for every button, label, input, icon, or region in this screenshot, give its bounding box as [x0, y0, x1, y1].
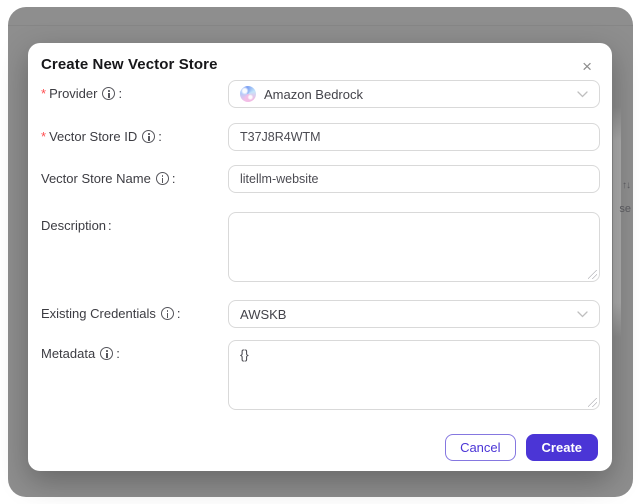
label-colon: :: [116, 346, 120, 361]
label-colon: :: [176, 306, 181, 321]
existing-credentials-select[interactable]: AWSKB: [228, 300, 600, 328]
info-icon[interactable]: [160, 307, 174, 320]
label-colon: :: [158, 129, 162, 144]
info-icon[interactable]: [142, 130, 156, 143]
field-row-vector-store-name: Vector Store Name:: [28, 165, 612, 193]
provider-select-value: Amazon Bedrock: [264, 86, 363, 102]
modal-title: Create New Vector Store: [41, 56, 218, 73]
metadata-label: Metadata:: [41, 340, 228, 368]
vector-store-name-label: Vector Store Name:: [41, 165, 228, 193]
chevron-down-icon: [577, 310, 588, 317]
metadata-label-text: Metadata: [41, 346, 96, 361]
provider-select[interactable]: Amazon Bedrock: [228, 80, 600, 108]
chevron-down-icon: [577, 90, 588, 97]
create-button[interactable]: Create: [525, 434, 598, 461]
modal-footer: Cancel Create: [28, 434, 612, 461]
background-partial-text: se: [619, 203, 631, 215]
vector-store-id-label: * Vector Store ID:: [41, 123, 228, 151]
description-label: Description:: [41, 212, 228, 240]
info-icon[interactable]: [155, 172, 169, 185]
modal-header: Create New Vector Store ×: [28, 43, 612, 77]
provider-label-text: Provider: [49, 86, 98, 101]
provider-label: * Provider:: [41, 80, 228, 108]
amazon-bedrock-icon: [240, 86, 256, 102]
vector-store-id-label-text: Vector Store ID: [49, 129, 138, 144]
vector-store-name-input[interactable]: [228, 165, 600, 193]
field-row-vector-store-id: * Vector Store ID:: [28, 123, 612, 151]
field-row-provider: * Provider: Amazon Bedrock: [28, 80, 612, 108]
info-icon[interactable]: [102, 87, 116, 100]
close-icon[interactable]: ×: [578, 56, 596, 77]
existing-credentials-label-text: Existing Credentials: [41, 306, 156, 321]
background-header-divider: [8, 25, 633, 26]
metadata-textarea[interactable]: {}: [228, 340, 600, 410]
field-row-description: Description:: [28, 212, 612, 282]
required-marker: *: [41, 129, 47, 144]
field-row-metadata: Metadata: {}: [28, 340, 612, 410]
description-textarea[interactable]: [228, 212, 600, 282]
info-icon[interactable]: [100, 347, 114, 360]
existing-credentials-select-value: AWSKB: [240, 306, 287, 322]
label-colon: :: [108, 218, 112, 233]
vector-store-name-label-text: Vector Store Name: [41, 171, 151, 186]
sort-icon: ↑↓: [622, 180, 631, 191]
background-table-sliver: [613, 107, 621, 337]
required-marker: *: [41, 86, 47, 101]
description-label-text: Description: [41, 218, 107, 233]
cancel-button[interactable]: Cancel: [445, 434, 516, 461]
vector-store-id-input[interactable]: [228, 123, 600, 151]
label-colon: :: [118, 86, 123, 101]
label-colon: :: [171, 171, 176, 186]
create-vector-store-modal: Create New Vector Store × * Provider: Ama…: [28, 43, 612, 471]
field-row-existing-credentials: Existing Credentials: AWSKB: [28, 300, 612, 328]
existing-credentials-label: Existing Credentials:: [41, 300, 228, 328]
